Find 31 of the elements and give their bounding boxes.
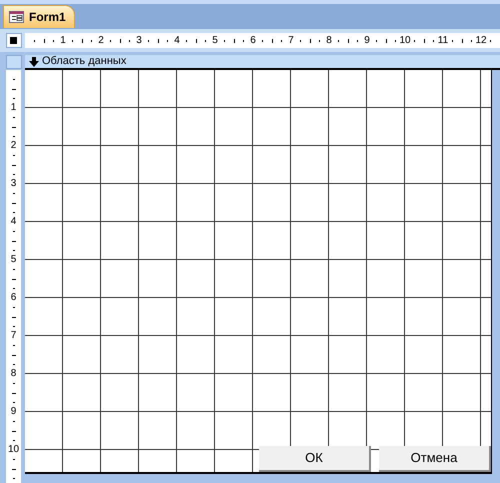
section-header[interactable]: Область данных xyxy=(25,55,500,70)
section-title: Область данных xyxy=(42,55,126,68)
ruler-number: 4 xyxy=(10,216,16,228)
tab-title: Form1 xyxy=(29,9,66,26)
ruler-number: 5 xyxy=(10,254,16,266)
ruler-number: 12 xyxy=(475,34,487,48)
ruler-number: 7 xyxy=(10,330,16,342)
ruler-number: 1 xyxy=(59,34,67,48)
ruler-number: 6 xyxy=(10,292,16,304)
ruler-number: 3 xyxy=(135,34,143,48)
form-icon xyxy=(9,11,24,23)
ruler-number: 5 xyxy=(211,34,219,48)
select-form-button[interactable] xyxy=(6,33,22,48)
ruler-number: 9 xyxy=(10,406,16,418)
ruler-number: 2 xyxy=(10,140,16,152)
ruler-number: 9 xyxy=(363,34,371,48)
ruler-number: 1 xyxy=(10,102,16,114)
ruler-number: 6 xyxy=(249,34,257,48)
ruler-number: 7 xyxy=(287,34,295,48)
ruler-number: 8 xyxy=(10,368,16,380)
form-tab[interactable]: Form1 xyxy=(3,5,75,28)
ruler-number: 8 xyxy=(325,34,333,48)
down-arrow-icon xyxy=(29,56,39,66)
form-button[interactable]: Отмена xyxy=(379,446,491,472)
ruler-number: 4 xyxy=(173,34,181,48)
ruler-number: 10 xyxy=(8,444,20,456)
ruler-number: 11 xyxy=(437,34,449,48)
ruler-number: 3 xyxy=(10,178,16,190)
form-button[interactable]: ОК xyxy=(259,446,371,472)
ruler-number: 10 xyxy=(399,34,411,48)
ruler-number: 2 xyxy=(97,34,105,48)
